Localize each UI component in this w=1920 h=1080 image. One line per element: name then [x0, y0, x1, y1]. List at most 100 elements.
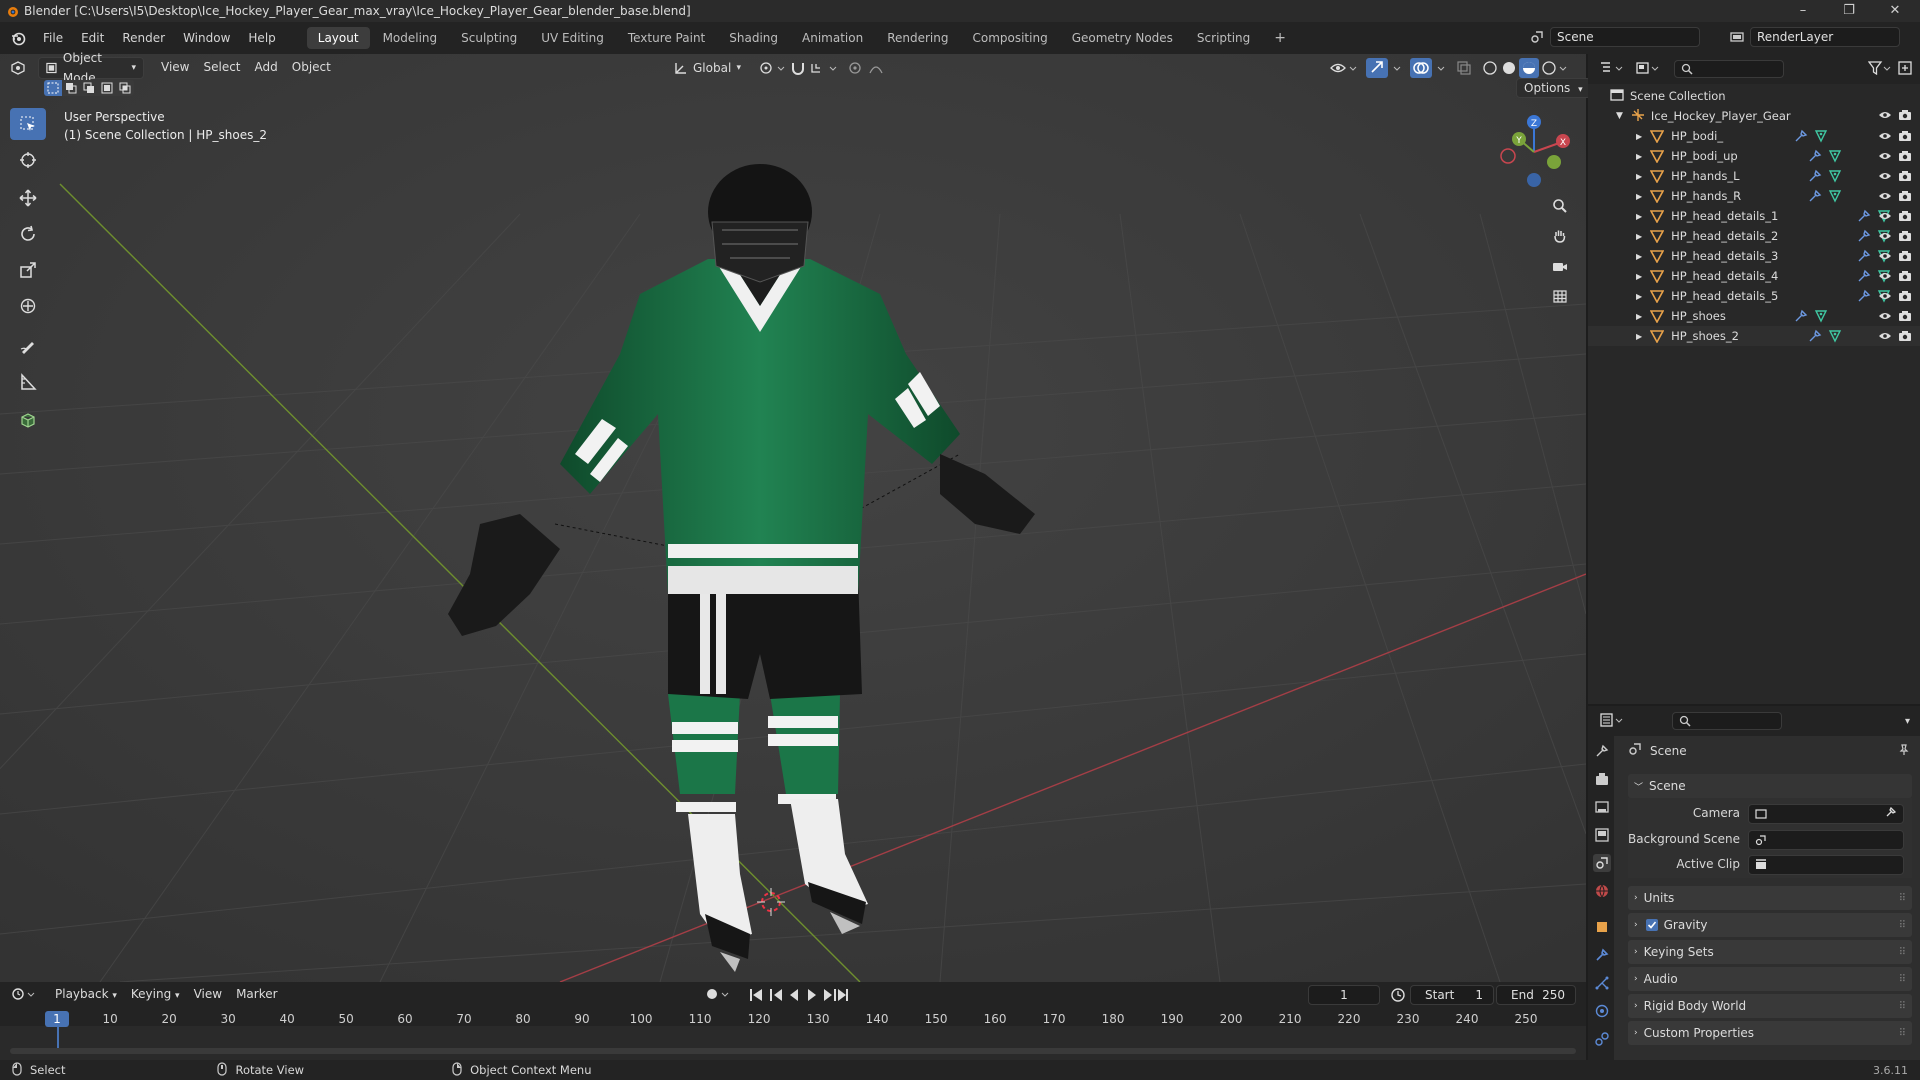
cursor-tool-icon[interactable] — [10, 144, 46, 176]
modifier-wrench-icon[interactable] — [1808, 169, 1822, 183]
modifier-wrench-icon[interactable] — [1794, 309, 1808, 323]
properties-section[interactable]: › Custom Properties ⠿ — [1628, 1021, 1912, 1045]
output-tab-icon[interactable] — [1593, 798, 1611, 816]
modifier-wrench-icon[interactable] — [1857, 209, 1871, 223]
outliner-editor-type-icon[interactable] — [1600, 61, 1626, 78]
display-mode-icon[interactable] — [1636, 61, 1662, 78]
overlays-toggle-icon[interactable] — [1410, 58, 1450, 81]
tool-tab-icon[interactable] — [1593, 742, 1611, 760]
select-subtract-icon[interactable] — [80, 80, 98, 96]
timeline-menu-view[interactable]: View — [187, 984, 229, 1006]
properties-section[interactable]: › Keying Sets ⠿ — [1628, 940, 1912, 964]
minimize-button[interactable]: – — [1780, 0, 1826, 22]
mesh-data-icon[interactable] — [1828, 149, 1842, 163]
viewport-menu-view[interactable]: View — [154, 57, 196, 79]
tab-layout[interactable]: Layout — [306, 27, 370, 49]
renderlayer-icon[interactable] — [1724, 30, 1750, 44]
render-camera-icon[interactable] — [1898, 270, 1912, 282]
expand-arrow-icon[interactable]: ▶ — [1636, 232, 1642, 241]
add-workspace-button[interactable]: + — [1263, 26, 1297, 50]
drag-handle-icon[interactable]: ⠿ — [1899, 920, 1906, 931]
modifier-wrench-icon[interactable] — [1808, 149, 1822, 163]
timeline-menu-keying[interactable]: Keying ▾ — [124, 984, 187, 1006]
end-frame-field[interactable]: End 250 — [1496, 985, 1576, 1005]
menu-help[interactable]: Help — [239, 31, 284, 45]
blender-menu-icon[interactable] — [10, 30, 26, 46]
modifier-wrench-icon[interactable] — [1857, 269, 1871, 283]
measure-tool-icon[interactable] — [10, 366, 46, 398]
outliner-search-input[interactable] — [1674, 60, 1784, 78]
drag-handle-icon[interactable]: ⠿ — [1899, 1001, 1906, 1012]
mesh-data-icon[interactable] — [1828, 169, 1842, 183]
navigation-gizmo[interactable]: Z Y X — [1494, 110, 1574, 190]
maximize-button[interactable]: ❐ — [1826, 0, 1872, 22]
scale-tool-icon[interactable] — [10, 254, 46, 286]
eyedropper-icon[interactable] — [1885, 805, 1897, 823]
expand-arrow-icon[interactable]: ▶ — [1636, 212, 1642, 221]
menu-file[interactable]: File — [34, 31, 72, 45]
visibility-eye-icon[interactable] — [1878, 271, 1892, 281]
render-camera-icon[interactable] — [1898, 130, 1912, 142]
record-icon[interactable] — [704, 986, 734, 1005]
visibility-eye-icon[interactable] — [1878, 131, 1892, 141]
timeline-scrollbar[interactable] — [10, 1048, 1576, 1054]
viewport-menu-object[interactable]: Object — [285, 57, 338, 79]
expand-arrow-icon[interactable]: ▶ — [1636, 132, 1642, 141]
scene-tab-icon[interactable] — [1593, 854, 1611, 872]
tab-modeling[interactable]: Modeling — [372, 27, 449, 49]
expand-arrow-icon[interactable]: ▶ — [1636, 292, 1642, 301]
mesh-data-icon[interactable] — [1814, 309, 1828, 323]
pin-icon[interactable] — [1898, 744, 1910, 759]
outliner-scene-collection[interactable]: Scene Collection — [1588, 86, 1920, 106]
preview-range-clock-icon[interactable] — [1390, 987, 1406, 1006]
drag-handle-icon[interactable]: ⠿ — [1899, 947, 1906, 958]
gizmo-toggle-icon[interactable] — [1366, 58, 1406, 81]
viewport-menu-add[interactable]: Add — [248, 57, 285, 79]
mode-dropdown[interactable]: Object Mode ▾ — [38, 51, 144, 85]
expand-arrow-icon[interactable]: ▶ — [1636, 272, 1642, 281]
start-frame-field[interactable]: Start 1 — [1410, 985, 1494, 1005]
modifier-wrench-icon[interactable] — [1794, 129, 1808, 143]
outliner-item[interactable]: ▶ HP_bodi_up — [1588, 146, 1920, 166]
outliner-item[interactable]: ▶ HP_head_details_2 — [1588, 226, 1920, 246]
expand-arrow-icon[interactable]: ▶ — [1636, 332, 1642, 341]
modifier-wrench-icon[interactable] — [1857, 229, 1871, 243]
timeline-editor-type-icon[interactable] — [12, 987, 38, 1004]
object-tab-icon[interactable] — [1593, 918, 1611, 936]
expand-arrow-icon[interactable]: ▶ — [1636, 152, 1642, 161]
tab-geometry-nodes[interactable]: Geometry Nodes — [1061, 27, 1184, 49]
view-layer-tab-icon[interactable] — [1593, 826, 1611, 844]
outliner-item[interactable]: ▶ HP_head_details_3 — [1588, 246, 1920, 266]
viewport-menu-select[interactable]: Select — [196, 57, 247, 79]
render-camera-icon[interactable] — [1898, 150, 1912, 162]
visibility-eye-icon[interactable] — [1878, 191, 1892, 201]
timeline-menu-playback[interactable]: Playback ▾ — [48, 984, 124, 1006]
scene-name-field[interactable]: Scene — [1550, 27, 1700, 47]
tab-shading[interactable]: Shading — [718, 27, 789, 49]
render-camera-icon[interactable] — [1898, 190, 1912, 202]
select-extend-icon[interactable] — [62, 80, 80, 96]
world-tab-icon[interactable] — [1593, 882, 1611, 900]
expand-arrow-icon[interactable]: ▶ — [1636, 312, 1642, 321]
outliner-collection-row[interactable]: ▼ Ice_Hockey_Player_Gear — [1588, 106, 1920, 126]
visibility-eye-icon[interactable] — [1878, 171, 1892, 181]
transform-tool-icon[interactable] — [10, 290, 46, 322]
active-clip-field[interactable] — [1748, 855, 1904, 875]
render-tab-icon[interactable] — [1593, 770, 1611, 788]
menu-window[interactable]: Window — [174, 31, 239, 45]
select-box-tool-icon[interactable] — [10, 108, 46, 140]
tab-sculpting[interactable]: Sculpting — [450, 27, 528, 49]
tab-scripting[interactable]: Scripting — [1186, 27, 1261, 49]
tab-animation[interactable]: Animation — [791, 27, 874, 49]
options-dropdown[interactable]: Options ▾ — [1516, 78, 1591, 98]
visibility-eye-icon[interactable] — [1878, 291, 1892, 301]
render-camera-icon[interactable] — [1898, 330, 1912, 342]
particles-tab-icon[interactable] — [1593, 974, 1611, 992]
menu-render[interactable]: Render — [113, 31, 174, 45]
outliner-item[interactable]: ▶ HP_shoes — [1588, 306, 1920, 326]
expand-arrow-icon[interactable]: ▼ — [1616, 111, 1623, 121]
visibility-eye-icon[interactable] — [1878, 231, 1892, 241]
select-invert-icon[interactable] — [98, 80, 116, 96]
close-button[interactable]: ✕ — [1872, 0, 1918, 22]
xray-toggle-icon[interactable] — [1456, 60, 1472, 79]
